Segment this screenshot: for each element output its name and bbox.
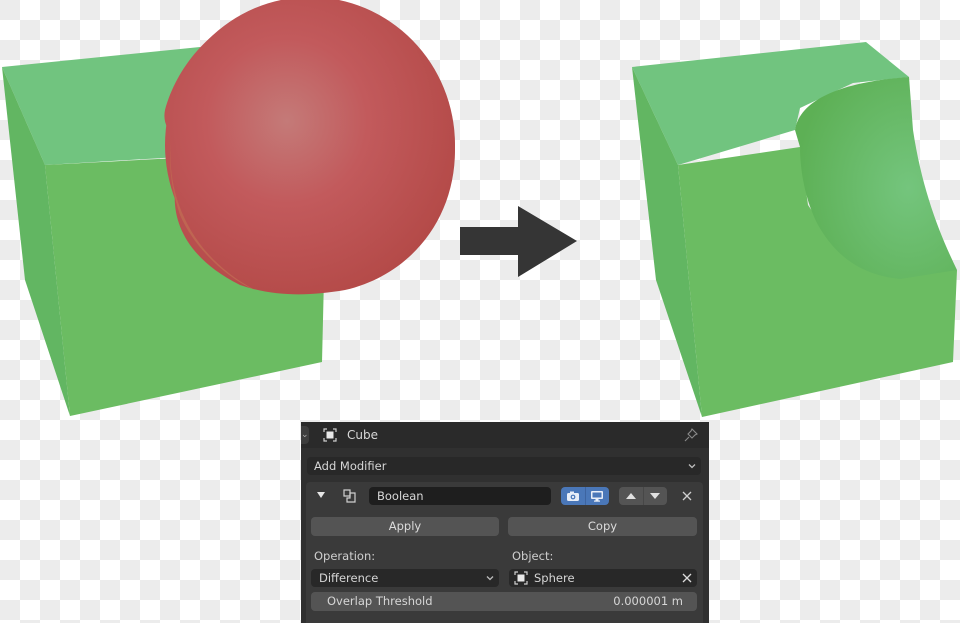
move-up-icon[interactable]	[626, 493, 636, 499]
chevron-down-icon	[688, 464, 696, 469]
visibility-toggles	[561, 487, 609, 505]
overlap-threshold-field[interactable]: Overlap Threshold 0.000001 m	[311, 592, 697, 611]
after-cube	[632, 42, 957, 417]
overlap-threshold-label: Overlap Threshold	[327, 594, 433, 608]
object-icon	[514, 571, 528, 585]
operation-label: Operation:	[314, 549, 376, 563]
monitor-icon[interactable]	[590, 489, 604, 503]
add-modifier-dropdown[interactable]: Add Modifier	[307, 457, 701, 475]
apply-button[interactable]: Apply	[311, 517, 499, 536]
operation-dropdown[interactable]: Difference	[311, 569, 499, 587]
modifier-properties-panel: ⌄ Cube Add Modifier Boolean Apply Copy O…	[301, 422, 709, 623]
object-label: Object:	[512, 549, 554, 563]
move-buttons	[619, 487, 667, 505]
right-arrow-icon	[460, 206, 577, 277]
operation-value: Difference	[319, 571, 379, 585]
clear-object-icon[interactable]	[681, 572, 693, 584]
object-name: Cube	[347, 428, 378, 442]
modifier-name-field[interactable]: Boolean	[369, 487, 551, 505]
chevron-down-icon	[486, 576, 494, 581]
panel-header: ⌄ Cube	[301, 422, 709, 448]
pin-icon[interactable]	[683, 427, 699, 443]
boolean-modifier-icon	[343, 489, 356, 503]
object-value: Sphere	[534, 571, 575, 585]
sphere	[164, 0, 455, 295]
add-modifier-label: Add Modifier	[314, 459, 387, 473]
remove-modifier-icon[interactable]	[681, 490, 693, 502]
overlap-threshold-value: 0.000001 m	[613, 594, 683, 608]
header-collapse-tab[interactable]: ⌄	[301, 426, 309, 444]
move-separator	[643, 487, 644, 505]
copy-button[interactable]: Copy	[508, 517, 697, 536]
object-field[interactable]: Sphere	[509, 569, 697, 587]
toggle-separator	[585, 487, 586, 505]
object-icon	[323, 428, 337, 442]
modifier-name: Boolean	[377, 489, 424, 503]
camera-icon[interactable]	[566, 489, 580, 503]
boolean-modifier: Boolean Apply Copy Operation: Object: Di…	[306, 482, 703, 623]
expand-toggle-icon[interactable]	[317, 492, 325, 498]
move-down-icon[interactable]	[650, 493, 660, 499]
